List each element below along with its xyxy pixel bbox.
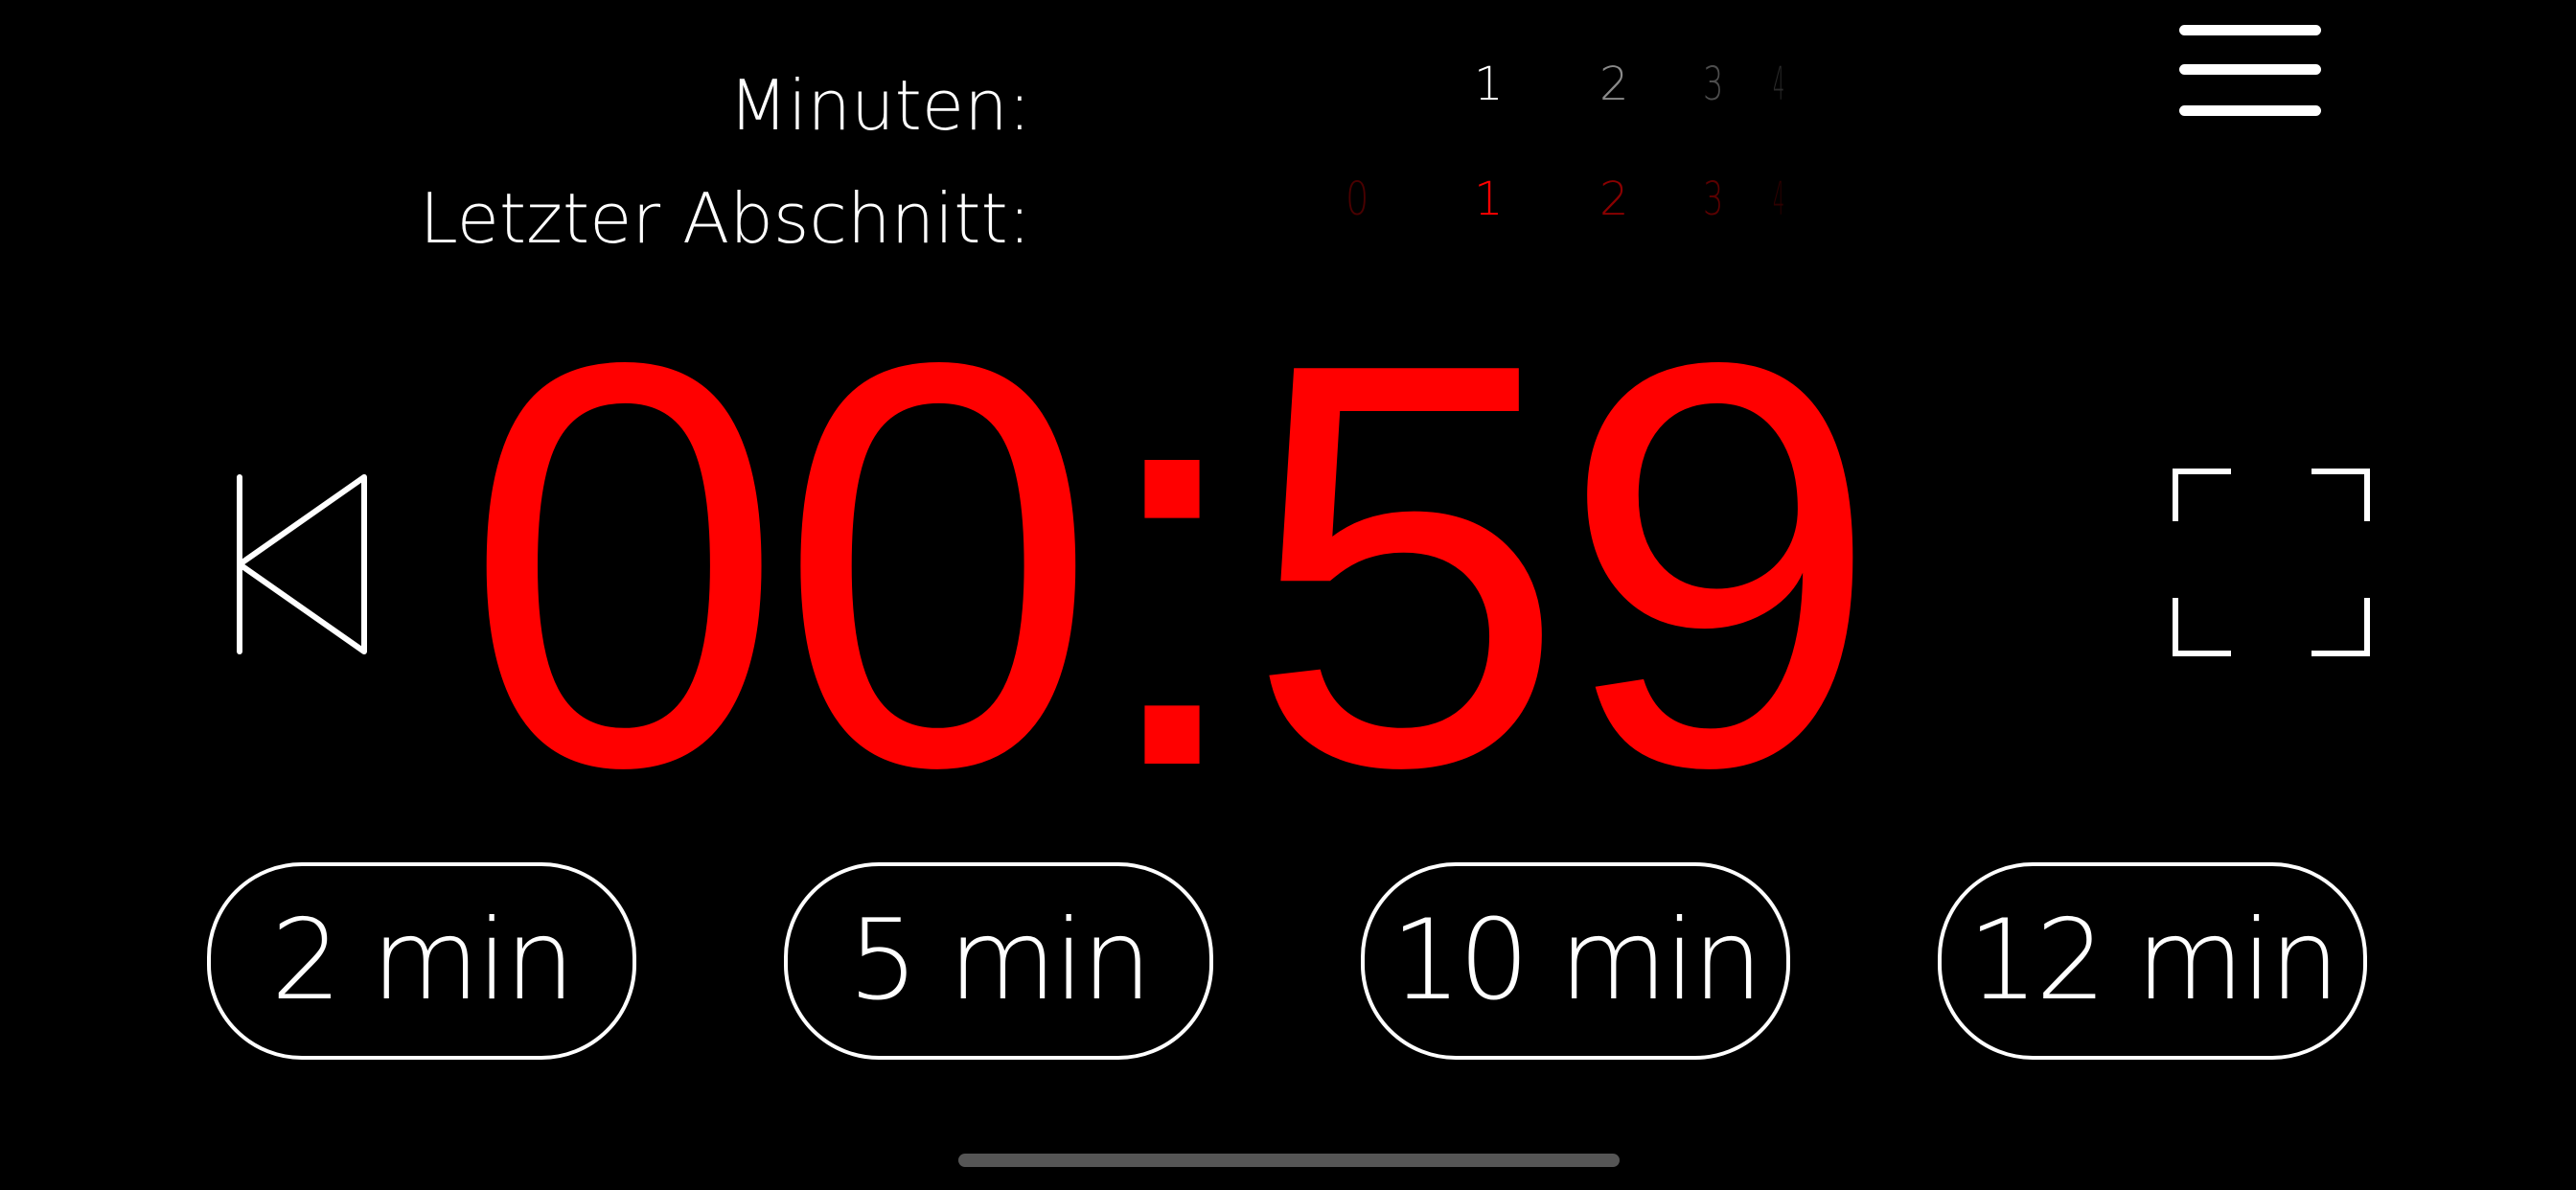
last-section-picker[interactable]: 0 1 2 3 4	[1322, 153, 1821, 249]
last-section-label: Letzter Abschnitt:	[419, 178, 1031, 259]
minutes-picker-option[interactable]: 1	[1474, 61, 1504, 107]
preset-buttons: 2 min 5 min 10 min 12 min	[205, 862, 2369, 1060]
last-section-picker-option[interactable]: 2	[1599, 176, 1629, 222]
timer-display: 00:59	[464, 244, 1879, 886]
preset-10-min-button[interactable]: 10 min	[1361, 862, 1790, 1060]
minutes-picker-option[interactable]: 4	[1773, 61, 1784, 107]
menu-button[interactable]	[2177, 21, 2323, 125]
fullscreen-icon	[2173, 469, 2370, 656]
preset-2-min-button[interactable]: 2 min	[207, 862, 636, 1060]
minutes-picker[interactable]: 1 2 3 4	[1322, 38, 1821, 134]
preset-5-min-button[interactable]: 5 min	[784, 862, 1213, 1060]
last-section-picker-option[interactable]: 3	[1703, 176, 1723, 222]
last-section-picker-option[interactable]: 4	[1773, 176, 1784, 222]
last-section-picker-option[interactable]: 0	[1346, 176, 1368, 222]
home-indicator[interactable]	[958, 1154, 1620, 1167]
minutes-picker-option[interactable]: 3	[1703, 61, 1723, 107]
fullscreen-button[interactable]	[2172, 468, 2371, 665]
last-section-picker-option[interactable]: 1	[1474, 176, 1504, 222]
minutes-label: Minuten:	[728, 65, 1031, 146]
preset-12-min-button[interactable]: 12 min	[1938, 862, 2367, 1060]
minutes-picker-option[interactable]: 2	[1599, 61, 1629, 107]
